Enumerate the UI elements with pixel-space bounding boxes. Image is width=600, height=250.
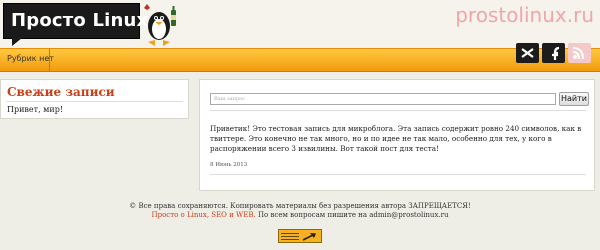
site-name[interactable]: prostolinux.ru [455, 3, 594, 27]
penguin-mascot-icon [144, 4, 176, 46]
counter-badge[interactable] [278, 229, 322, 243]
recent-post-link[interactable]: Привет, мир! [7, 105, 63, 114]
twitter-icon[interactable] [516, 43, 539, 67]
widget-title: Свежие записи [7, 85, 115, 99]
search-input[interactable]: Ваш запрос [210, 93, 556, 105]
divider [210, 110, 586, 111]
copyright-text: © Все права сохраняются. Копировать мате… [129, 202, 471, 210]
post-date[interactable]: 8 Июнь 2013 [210, 162, 247, 168]
footer-contact-text: По всем вопросам пишите на admin@prostol… [255, 211, 449, 219]
nav-item-categories[interactable]: Рубрик нет [0, 49, 54, 71]
rss-icon[interactable] [568, 43, 591, 67]
site-footer: © Все права сохраняются. Копировать мате… [0, 202, 600, 220]
logo-text: Просто Linux [11, 10, 149, 31]
nav-bar: Рубрик нет [0, 43, 600, 72]
arrow-icon [302, 233, 316, 241]
recent-posts-widget: Свежие записи Привет, мир! [0, 79, 189, 119]
footer-site-link[interactable]: Просто о Linux, SEO и WEB. [152, 211, 256, 219]
post-body: Приветик! Это тестовая запись для микроб… [210, 124, 582, 153]
site-header: Просто Linux prostolinux.ru [0, 0, 600, 48]
search-button[interactable]: Найти [559, 92, 589, 106]
divider [210, 174, 586, 175]
divider [6, 101, 183, 102]
facebook-icon[interactable] [542, 43, 565, 67]
nav-item-label: Рубрик нет [7, 54, 54, 63]
main-content: Ваш запрос Найти Приветик! Это тестовая … [199, 79, 595, 191]
footer-contact-line: Просто о Linux, SEO и WEB. По всем вопро… [0, 211, 600, 220]
counter-lines [281, 233, 299, 241]
site-logo[interactable]: Просто Linux [3, 3, 148, 46]
